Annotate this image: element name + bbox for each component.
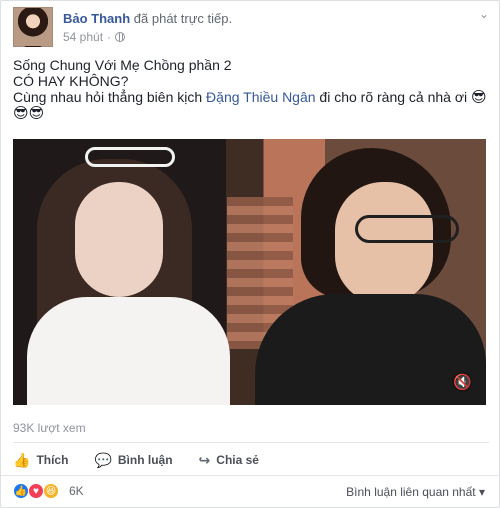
left-person-shirt: [27, 297, 230, 405]
right-person-clothing: [255, 294, 486, 405]
comment-label: Bình luận: [117, 453, 173, 467]
eyeglasses: [355, 215, 459, 243]
post-emoji-line: 😎😎: [13, 104, 45, 122]
reactions-top-divider: [1, 475, 499, 476]
post-text-line-1: Sống Chung Với Mẹ Chồng phần 2: [13, 57, 232, 73]
post-meta: 54 phút ·: [63, 30, 126, 44]
comment-sort-label: Bình luận liên quan nhất: [346, 485, 476, 499]
left-person-face: [75, 182, 163, 297]
author-line: Bảo Thanh đã phát trực tiếp.: [63, 11, 232, 26]
chevron-down-icon: ▾: [478, 485, 485, 499]
like-reaction-icon: 👍: [13, 483, 29, 499]
video-player[interactable]: 🔇: [13, 139, 486, 405]
right-person-video-frame: [253, 146, 486, 405]
comment-button[interactable]: 💬 Bình luận: [94, 452, 172, 469]
live-video-post-card: Bảo Thanh đã phát trực tiếp. 54 phút · ⌄…: [0, 0, 500, 508]
post-message: Sống Chung Với Mẹ Chồng phần 2 CÓ HAY KH…: [13, 57, 489, 121]
speaker-muted-icon[interactable]: 🔇: [453, 373, 472, 391]
reactions-summary[interactable]: 👍 ♥ 😆 6K: [13, 483, 84, 499]
mentioned-person-link[interactable]: Đặng Thiều Ngân: [206, 89, 315, 105]
left-person-video-frame: [17, 147, 243, 405]
live-action-text: đã phát trực tiếp.: [133, 11, 233, 26]
like-button[interactable]: 👍 Thích: [13, 452, 68, 469]
like-label: Thích: [36, 453, 69, 467]
share-button[interactable]: ↪ Chia sẻ: [199, 452, 259, 469]
love-reaction-icon: ♥: [28, 483, 44, 499]
post-timestamp[interactable]: 54 phút: [63, 30, 103, 44]
actions-top-divider: [13, 442, 489, 443]
post-text-prefix: Cùng nhau hỏi thẳng biên kịch: [13, 89, 207, 105]
public-globe-icon: [115, 32, 126, 42]
author-name[interactable]: Bảo Thanh: [63, 11, 130, 26]
sunglasses-emoji-icon: 😎: [471, 88, 487, 106]
thumbs-up-icon: 👍: [13, 451, 31, 468]
haha-reaction-icon: 😆: [43, 483, 59, 499]
share-arrow-icon: ↪: [198, 451, 211, 468]
post-text-line-2: CÓ HAY KHÔNG?: [13, 73, 129, 89]
post-options-chevron-icon[interactable]: ⌄: [479, 7, 489, 21]
post-header: Bảo Thanh đã phát trực tiếp. 54 phút · ⌄: [13, 7, 489, 47]
right-person-face: [335, 182, 433, 304]
post-text-suffix: đi cho rõ ràng cả nhà ơi: [315, 89, 472, 105]
post-action-bar: 👍 Thích 💬 Bình luận ↪ Chia sẻ: [13, 449, 259, 471]
author-avatar[interactable]: [13, 7, 53, 47]
comment-sort-dropdown[interactable]: Bình luận liên quan nhất ▾: [346, 485, 485, 499]
sunglasses-on-head: [85, 147, 175, 167]
comment-bubble-icon: 💬: [94, 451, 112, 468]
share-label: Chia sẻ: [216, 453, 259, 467]
view-count: 93K lượt xem: [13, 421, 86, 435]
reaction-count: 6K: [69, 484, 84, 498]
post-text-line-3: Cùng nhau hỏi thẳng biên kịch Đặng Thiều…: [13, 89, 489, 105]
